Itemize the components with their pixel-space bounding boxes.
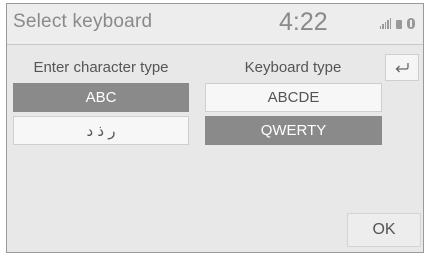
clock: 4:22 bbox=[279, 8, 328, 36]
option-arabic[interactable]: ر ذ د bbox=[13, 116, 189, 145]
keyboard-type-label: Keyboard type bbox=[244, 59, 342, 76]
display-screen: Select keyboard 4:22 Enter character typ… bbox=[6, 3, 424, 253]
option-abcde[interactable]: ABCDE bbox=[205, 83, 382, 112]
character-type-label: Enter character type bbox=[33, 59, 169, 76]
option-qwerty[interactable]: QWERTY bbox=[205, 116, 382, 145]
return-arrow-icon bbox=[395, 62, 409, 72]
bluetooth-icon bbox=[407, 18, 415, 29]
ok-button[interactable]: OK bbox=[347, 213, 421, 247]
back-button[interactable] bbox=[385, 54, 419, 81]
phone-icon bbox=[396, 20, 402, 29]
option-abc[interactable]: ABC bbox=[13, 83, 189, 112]
signal-strength-icon bbox=[379, 17, 391, 29]
page-title: Select keyboard bbox=[13, 11, 153, 32]
status-icons bbox=[379, 15, 415, 29]
header-bar: Select keyboard 4:22 bbox=[7, 4, 423, 45]
